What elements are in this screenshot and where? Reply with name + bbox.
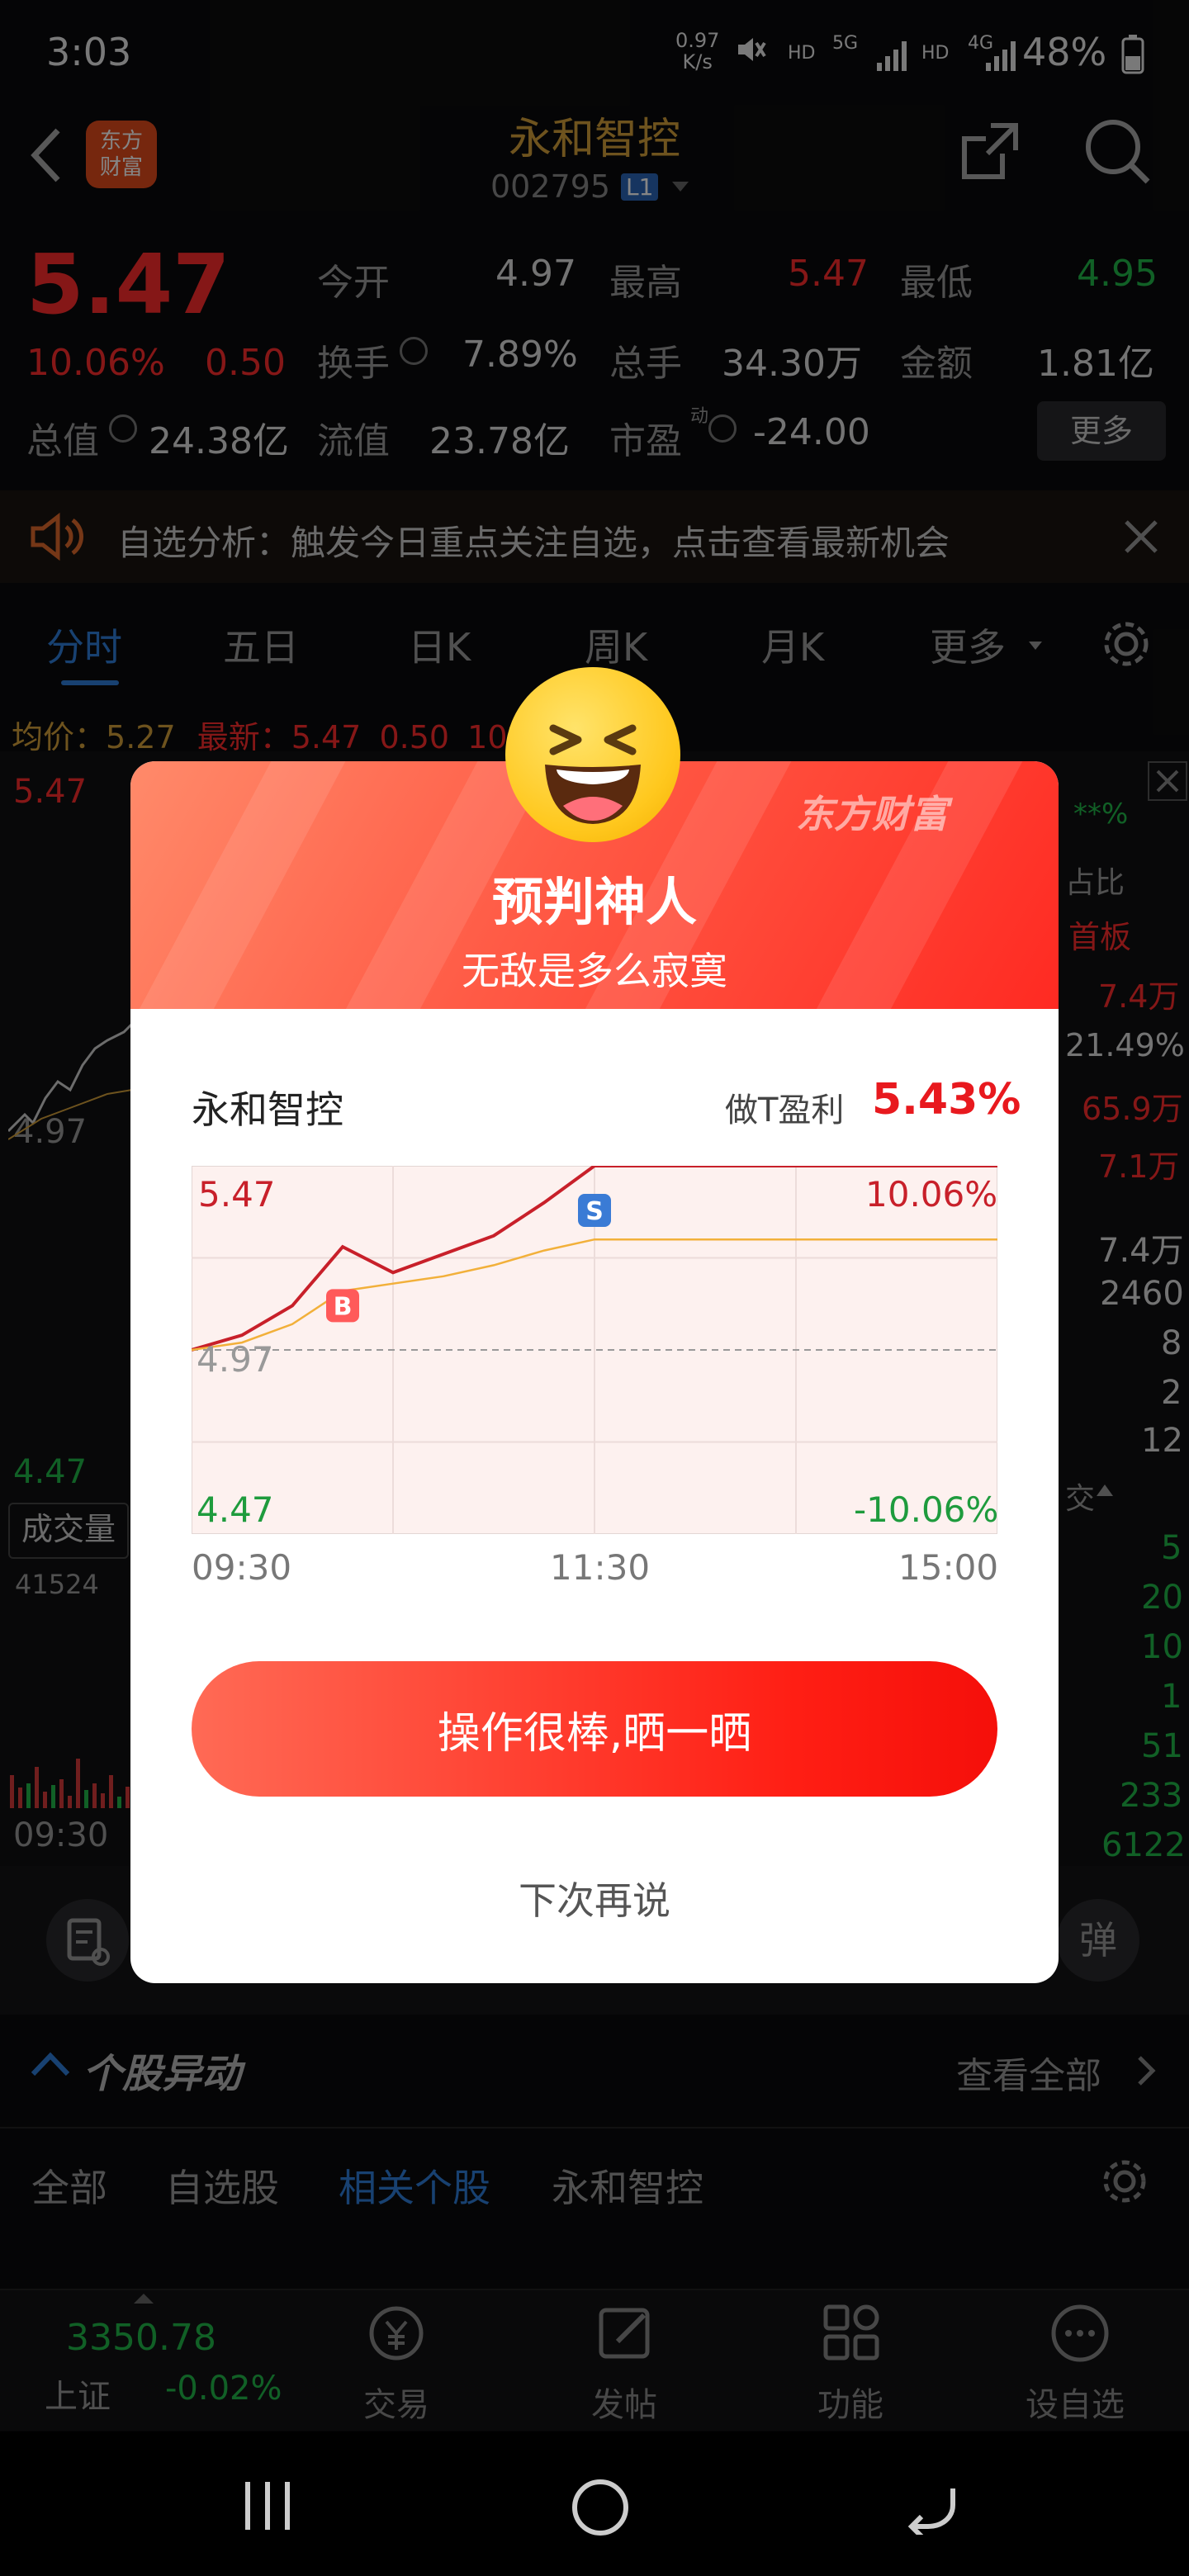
recent-apps-icon[interactable] xyxy=(239,2477,297,2538)
chart-pct-top: 10.06% xyxy=(865,1174,998,1215)
buy-marker-label: B xyxy=(334,1292,353,1321)
brand-watermark: 东方财富 xyxy=(796,792,948,836)
laughing-face-icon xyxy=(505,667,680,842)
back-nav-icon[interactable] xyxy=(903,2480,961,2539)
chart-pct-bottom: -10.06% xyxy=(854,1489,999,1530)
chart-x-start: 09:30 xyxy=(192,1547,292,1588)
home-icon[interactable] xyxy=(570,2477,631,2541)
modal-title: 预判神人 xyxy=(491,872,697,932)
modal-stock-name: 永和智控 xyxy=(192,1087,343,1132)
chart-x-mid: 11:30 xyxy=(550,1547,651,1588)
profit-chart: BS xyxy=(191,1164,998,1535)
sell-marker-label: S xyxy=(585,1197,604,1226)
later-button[interactable]: 下次再说 xyxy=(130,1871,1059,1925)
chart-x-end: 15:00 xyxy=(898,1547,999,1588)
chart-y-top: 5.47 xyxy=(198,1174,276,1215)
chart-y-bottom: 4.47 xyxy=(197,1489,274,1530)
chart-y-mid: 4.97 xyxy=(197,1339,274,1380)
chart-svg: BS xyxy=(191,1164,998,1535)
profit-value: 5.43% xyxy=(872,1075,1021,1125)
share-result-button[interactable]: 操作很棒,晒一晒 xyxy=(192,1661,997,1797)
modal-subtitle: 无敌是多么寂寞 xyxy=(462,949,727,993)
profit-label: 做T盈利 xyxy=(725,1091,845,1129)
share-button-label: 操作很棒,晒一晒 xyxy=(437,1708,752,1759)
prediction-modal: 东方财富 预判神人 无敌是多么寂寞 永和智控 做T盈利 5.43% BS 5.4… xyxy=(130,761,1059,1983)
